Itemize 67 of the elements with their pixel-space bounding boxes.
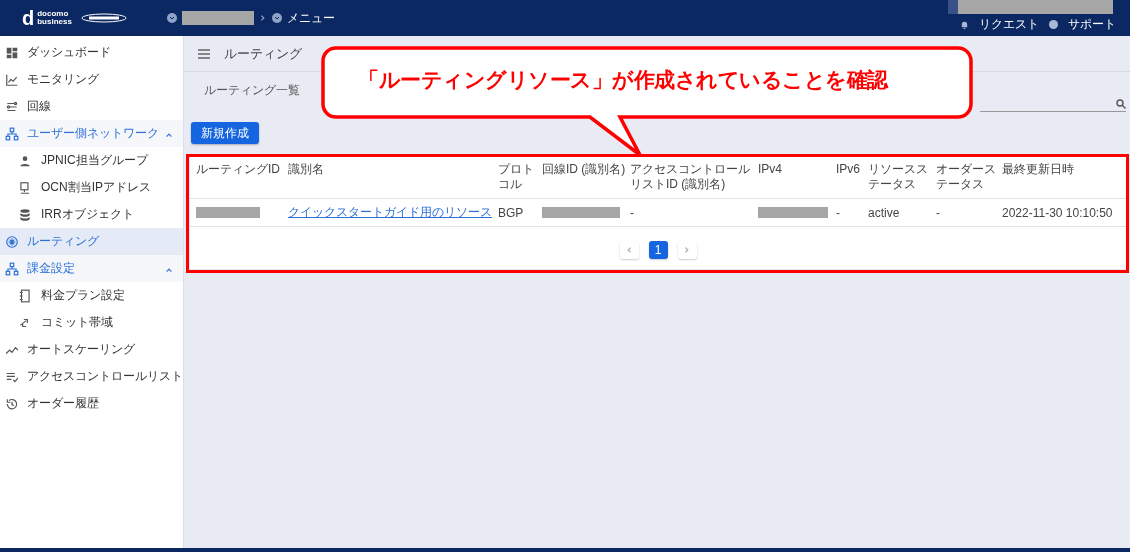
sidebar-item[interactable]: ユーザー側ネットワーク (0, 120, 183, 147)
column-header: ルーティングID (196, 162, 280, 177)
sidebar-subitem[interactable]: IRRオブジェクト (0, 201, 183, 228)
table-cell: 2022-11-30 10:10:50 (1002, 205, 1113, 220)
breadcrumb-link[interactable]: メニュー (286, 9, 335, 27)
dashboard-icon (5, 45, 19, 60)
user-account-box[interactable] (948, 0, 1113, 14)
logo-text: docomo business (37, 10, 72, 26)
page-button[interactable]: 1 (648, 241, 668, 259)
sidebar-subitem[interactable]: コミット帯域 (0, 309, 183, 336)
notebook-icon (18, 288, 32, 303)
line-chart-icon (5, 72, 19, 87)
new-button[interactable]: 新規作成 (191, 122, 259, 144)
column-header: 最終更新日時 (1002, 162, 1074, 177)
database-icon (18, 207, 32, 222)
page-title: ルーティング (224, 44, 302, 63)
chevron-right-icon (683, 246, 691, 254)
redacted-block (196, 207, 260, 218)
routing-icon (5, 234, 19, 249)
column-header: プロトコル (498, 162, 535, 192)
sidebar-item[interactable]: オートスケーリング (0, 336, 183, 363)
column-header: リソースステータス (868, 162, 929, 192)
sidebar-item[interactable]: オーダー履歴 (0, 390, 183, 417)
search-icon[interactable] (1116, 98, 1126, 109)
partner-logo-icon (80, 13, 127, 23)
sidebar-item[interactable]: ルーティング (0, 228, 183, 255)
chevron-right-icon (258, 14, 267, 22)
callout-text: 「ルーティングリソース」が作成されていることを確認 (358, 67, 888, 94)
page-subtitle: ルーティング一覧 (204, 82, 300, 99)
chevron-up-icon (165, 266, 173, 274)
sidebar-subitem[interactable]: OCN割当IPアドレス (0, 174, 183, 201)
chevron-circle-icon (166, 13, 177, 23)
request-link[interactable]: リクエスト (979, 16, 1039, 33)
sidebar-item[interactable]: 課金設定 (0, 255, 183, 282)
network-icon (5, 126, 19, 141)
table-cell: - (630, 205, 634, 220)
table-cell: - (936, 205, 940, 220)
column-header: 識別名 (288, 162, 324, 177)
resource-link[interactable]: クイックスタートガイド用のリソース (288, 204, 492, 221)
menu-icon[interactable] (198, 48, 210, 59)
bell-icon (960, 20, 969, 29)
table-cell: active (868, 205, 900, 220)
table-cell: BGP (498, 205, 524, 220)
person-icon (18, 153, 32, 168)
column-header: オーダーステータス (936, 162, 996, 192)
chevron-circle-icon (271, 13, 282, 23)
chevron-left-icon (625, 246, 633, 254)
logo-mark: d (22, 8, 35, 28)
route-icon (5, 99, 19, 114)
sidebar-item[interactable]: 回線 (0, 93, 183, 120)
sidebar-subitem[interactable]: 料金プラン設定 (0, 282, 183, 309)
redacted-block (758, 207, 828, 218)
sidebar-item[interactable]: アクセスコントロールリスト (0, 363, 183, 390)
column-header: アクセスコントロールリストID (識別名) (630, 162, 751, 192)
table-cell: - (836, 205, 840, 220)
search-field[interactable] (980, 96, 1126, 112)
sidebar-subitem[interactable]: JPNIC担当グループ (0, 147, 183, 174)
history-icon (5, 396, 19, 411)
network-icon (5, 261, 19, 276)
chevron-up-icon (165, 131, 173, 139)
column-header: IPv6 (836, 162, 860, 177)
column-header: 回線ID (識別名) (542, 162, 626, 177)
column-header: IPv4 (758, 162, 782, 177)
monitor-icon (18, 180, 32, 195)
sidebar-item[interactable]: モニタリング (0, 66, 183, 93)
support-link[interactable]: サポート (1068, 16, 1116, 33)
sidebar-item[interactable]: ダッシュボード (0, 39, 183, 66)
